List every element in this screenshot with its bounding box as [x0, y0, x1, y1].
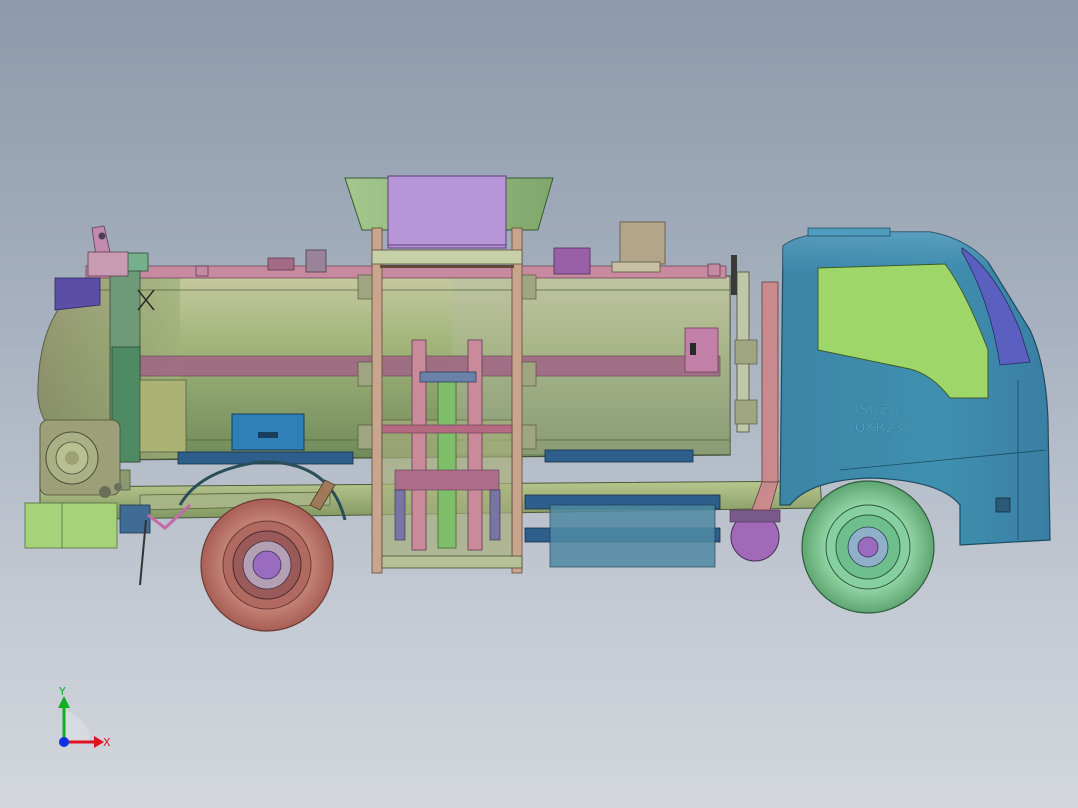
cad-viewport[interactable]: ISUZU QKR230 Y X	[0, 0, 1078, 808]
z-axis-dot-icon	[59, 737, 69, 747]
xyz-axis-triad-icon: Y X	[58, 685, 111, 749]
y-axis-label: Y	[58, 685, 66, 698]
x-axis-label: X	[103, 736, 111, 749]
